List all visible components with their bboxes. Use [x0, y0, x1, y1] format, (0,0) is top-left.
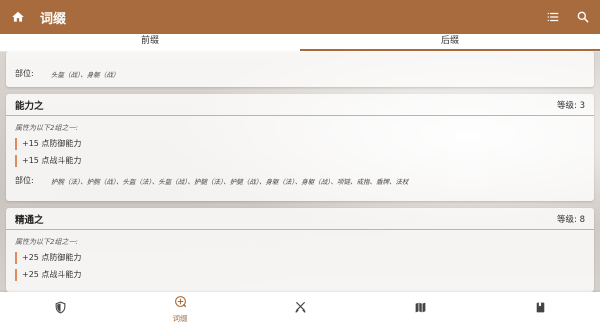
affix-card-mastery[interactable]: 精通之 等级: 8 属性为以下2组之一: +25 点防御能力 +25 点战斗能力 — [6, 208, 594, 292]
map-icon — [414, 299, 427, 318]
nav-item-food[interactable] — [240, 292, 360, 324]
affix-card-ability[interactable]: 能力之 等级: 3 属性为以下2组之一: +15 点防御能力 +15 点战斗能力… — [6, 94, 594, 201]
shield-icon — [54, 299, 67, 318]
affix-name: 能力之 — [15, 100, 44, 112]
app-bar: 词缀 — [0, 0, 600, 34]
parts-value: 头盔（战）、身躯（战） — [51, 70, 120, 79]
nav-item-map[interactable] — [360, 292, 480, 324]
attr-item: +25 点防御能力 — [15, 252, 585, 264]
book-icon — [534, 299, 547, 318]
home-icon[interactable] — [8, 7, 28, 27]
utensils-icon — [294, 299, 307, 318]
attr-intro: 属性为以下2组之一: — [15, 238, 78, 246]
attr-item: +25 点战斗能力 — [15, 269, 585, 281]
affix-icon — [174, 293, 187, 312]
nav-item-equipment[interactable] — [0, 292, 120, 324]
list-icon[interactable] — [544, 8, 562, 26]
card-header: 能力之 等级: 3 — [6, 94, 594, 116]
parts-label: 部位: — [15, 176, 34, 185]
nav-item-book[interactable] — [480, 292, 600, 324]
nav-item-affix[interactable]: 词缀 — [120, 292, 240, 324]
affix-level: 等级: 3 — [557, 100, 585, 111]
affix-card-partial: 部位: 头盔（战）、身躯（战） — [6, 51, 594, 87]
search-icon[interactable] — [574, 8, 592, 26]
affix-name: 精通之 — [15, 214, 44, 226]
nav-label-affix: 词缀 — [172, 313, 188, 323]
attr-intro: 属性为以下2组之一: — [15, 124, 78, 132]
affix-level: 等级: 8 — [557, 214, 585, 225]
tab-prefix[interactable]: 前缀 — [0, 34, 300, 51]
tab-suffix[interactable]: 后缀 — [300, 34, 600, 51]
page-title: 词缀 — [40, 11, 67, 27]
parts-value: 护腕（法）、护腕（战）、头盔（法）、头盔（战）、护腿（法）、护腿（战）、身躯（法… — [51, 177, 409, 186]
attr-item: +15 点防御能力 — [15, 138, 585, 150]
bottom-nav: 词缀 — [0, 292, 600, 324]
attr-item: +15 点战斗能力 — [15, 155, 585, 167]
parts-label: 部位: — [15, 69, 34, 78]
card-header: 精通之 等级: 8 — [6, 208, 594, 230]
tab-bar: 前缀 后缀 — [0, 34, 600, 51]
